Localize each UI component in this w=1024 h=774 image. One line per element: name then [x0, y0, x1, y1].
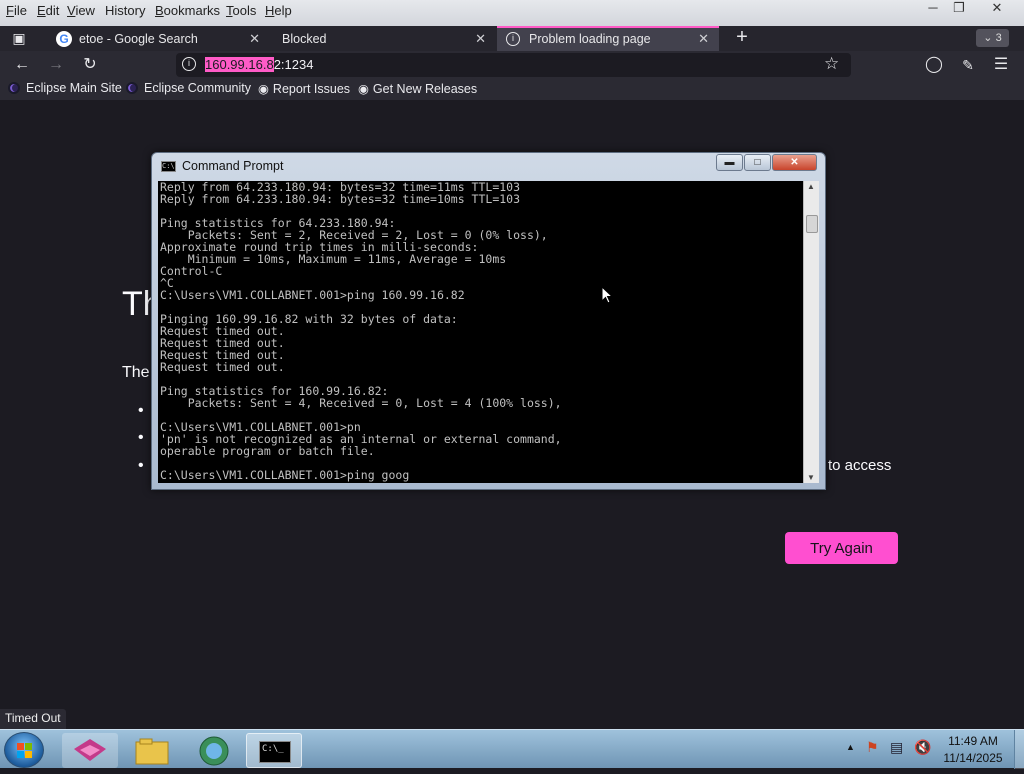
- bookmark-eclipse-main-site[interactable]: Eclipse Main Site: [8, 81, 122, 95]
- menu-view[interactable]: View: [67, 3, 95, 18]
- taskbar: C:\_ ▲ ⚑ ▤ 🔇 11:49 AM 11/14/2025: [0, 729, 1024, 769]
- scroll-up-icon[interactable]: ▲: [807, 182, 815, 191]
- info-icon: i: [506, 32, 520, 46]
- window-title: Command Prompt: [182, 159, 284, 173]
- tab-overflow-button[interactable]: ⌄ 3: [976, 29, 1009, 47]
- reload-icon[interactable]: ↻: [79, 55, 101, 75]
- menu-bar: File Edit View History Bookmarks Tools H…: [0, 0, 1024, 26]
- github-icon: ◉: [258, 82, 269, 96]
- vertical-scrollbar[interactable]: ▲ ▼: [803, 181, 819, 483]
- tab-label: Problem loading page: [529, 32, 651, 46]
- tab-groups-icon[interactable]: ▣: [8, 28, 30, 48]
- taskbar-explorer[interactable]: [124, 733, 180, 768]
- close-tab-icon[interactable]: ✕: [475, 28, 486, 50]
- back-arrow-icon[interactable]: ←: [11, 55, 33, 75]
- console-line: Request timed out.: [160, 360, 285, 374]
- account-icon[interactable]: ◯: [923, 55, 945, 75]
- google-icon: G: [56, 31, 72, 47]
- command-prompt-window[interactable]: C:\ Command Prompt ▬ □ ✕ Reply from 64.2…: [151, 152, 826, 490]
- url-bar[interactable]: i 160.99.16.82:1234 ☆: [176, 53, 851, 77]
- new-tab-icon[interactable]: +: [731, 27, 753, 47]
- tab-google-search[interactable]: G etoe - Google Search ✕: [50, 28, 264, 50]
- eclipse-icon: [8, 82, 20, 94]
- globe-icon: [199, 736, 229, 766]
- windows-logo-icon: [17, 743, 32, 758]
- try-again-button[interactable]: Try Again: [785, 532, 898, 564]
- start-button[interactable]: [4, 732, 44, 768]
- show-desktop-button[interactable]: [1014, 730, 1024, 769]
- menu-help[interactable]: Help: [265, 3, 292, 18]
- close-button[interactable]: ✕: [772, 154, 817, 171]
- clock-time[interactable]: 11:49 AM: [938, 734, 1008, 748]
- taskbar-browser[interactable]: [186, 733, 242, 768]
- bullet-text-fragment: to access: [828, 457, 892, 474]
- close-icon[interactable]: ✕: [982, 0, 1012, 18]
- minimize-button[interactable]: ▬: [716, 154, 743, 171]
- bookmarks-toolbar: Eclipse Main Site Eclipse Community ◉ Rep…: [0, 79, 1024, 100]
- scroll-down-icon[interactable]: ▼: [807, 473, 815, 482]
- site-info-icon[interactable]: i: [182, 57, 196, 71]
- menu-history[interactable]: History: [105, 3, 145, 18]
- clock-date[interactable]: 11/14/2025: [938, 751, 1008, 765]
- network-icon[interactable]: ▤: [890, 739, 903, 756]
- hamburger-menu-icon[interactable]: ☰: [990, 55, 1012, 75]
- url-text[interactable]: 160.99.16.82:1234: [205, 57, 313, 72]
- menu-bookmarks[interactable]: Bookmarks: [155, 3, 220, 18]
- console-line: operable program or batch file.: [160, 444, 375, 458]
- cmd-icon: C:\_: [259, 741, 291, 763]
- bullet-point: •: [138, 429, 144, 446]
- restore-icon[interactable]: ❐: [944, 0, 974, 18]
- eclipse-icon: [126, 82, 138, 94]
- console-line: Control-C: [160, 264, 223, 278]
- nav-bar: ← → ↻ i 160.99.16.82:1234 ☆ ◯ ✎ ☰: [0, 51, 1024, 79]
- tray-expand-icon[interactable]: ▲: [846, 742, 855, 752]
- action-center-icon[interactable]: ⚑: [866, 739, 879, 756]
- bullet-point: •: [138, 457, 144, 474]
- bookmark-get-new-releases[interactable]: ◉ Get New Releases: [358, 81, 477, 96]
- tab-problem-loading[interactable]: i Problem loading page ✕: [497, 26, 719, 51]
- forward-arrow-icon[interactable]: →: [45, 55, 67, 75]
- tab-label: Blocked: [282, 32, 327, 46]
- menu-edit[interactable]: Edit: [37, 3, 59, 18]
- console-text: Reply from 64.233.180.94: bytes=32 time=…: [160, 181, 562, 481]
- menu-tools[interactable]: Tools: [226, 3, 256, 18]
- bookmark-report-issues[interactable]: ◉ Report Issues: [258, 81, 350, 96]
- bookmark-eclipse-community[interactable]: Eclipse Community: [126, 81, 251, 95]
- error-description: The: [122, 364, 150, 381]
- close-tab-icon[interactable]: ✕: [698, 28, 709, 50]
- extensions-icon[interactable]: ✎: [957, 55, 979, 75]
- bullet-point: •: [138, 402, 144, 419]
- menu-file[interactable]: File: [6, 3, 27, 18]
- tab-bar: ▣ G etoe - Google Search ✕ Blocked ✕ i P…: [0, 26, 1024, 51]
- mouse-cursor-icon: [601, 286, 613, 304]
- console-line: C:\Users\VM1.COLLABNET.001>ping goog: [160, 468, 410, 482]
- close-tab-icon[interactable]: ✕: [249, 28, 260, 50]
- console-output[interactable]: Reply from 64.233.180.94: bytes=32 time=…: [158, 181, 803, 483]
- taskbar-app-vs[interactable]: [62, 733, 118, 768]
- cmd-icon: C:\: [161, 161, 176, 172]
- maximize-button[interactable]: □: [744, 154, 771, 171]
- status-bar: Timed Out: [0, 709, 66, 729]
- folder-icon: [135, 738, 169, 765]
- tab-blocked[interactable]: Blocked ✕: [272, 28, 490, 50]
- scrollbar-thumb[interactable]: [806, 215, 818, 233]
- taskbar-command-prompt[interactable]: C:\_: [246, 733, 302, 768]
- console-line: C:\Users\VM1.COLLABNET.001>ping 160.99.1…: [160, 288, 465, 302]
- cube-app-icon: [74, 739, 106, 761]
- console-line: Reply from 64.233.180.94: bytes=32 time=…: [160, 192, 521, 206]
- bookmark-star-icon[interactable]: ☆: [824, 54, 839, 74]
- tab-label: etoe - Google Search: [79, 32, 198, 46]
- console-line: Packets: Sent = 4, Received = 0, Lost = …: [160, 396, 562, 410]
- volume-muted-icon[interactable]: 🔇: [914, 739, 931, 756]
- github-icon: ◉: [358, 82, 369, 96]
- chevron-down-icon: ⌄: [983, 32, 993, 44]
